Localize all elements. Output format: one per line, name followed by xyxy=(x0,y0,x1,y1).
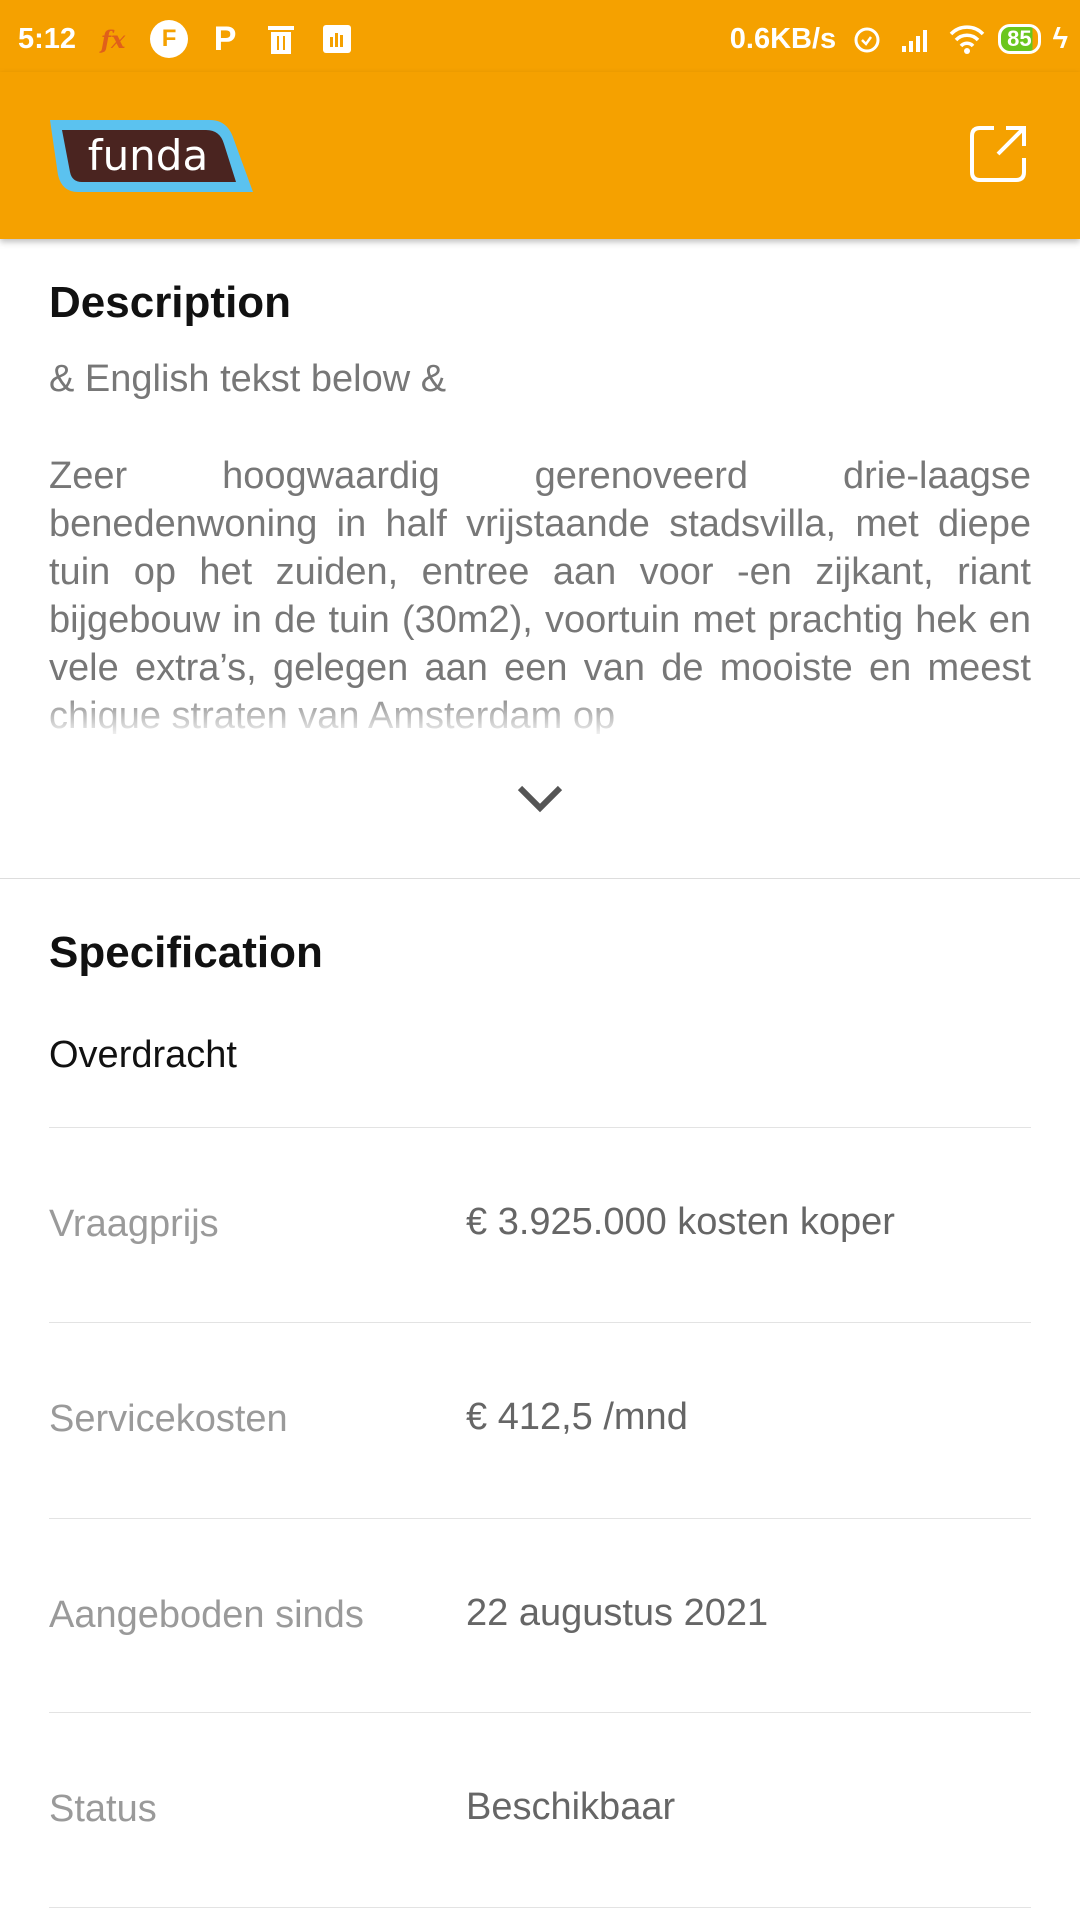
signal-icon xyxy=(898,20,936,58)
network-speed: 0.6KB/s xyxy=(729,22,837,55)
row-divider xyxy=(49,1518,1031,1519)
status-bar: 5:12 fx F P 0.6KB/s 85 ϟ xyxy=(0,0,1080,72)
spec-label: Vraagprijs xyxy=(49,1203,219,1245)
spec-label: Aangeboden sinds xyxy=(49,1594,364,1636)
spec-label: Servicekosten xyxy=(49,1398,288,1440)
spec-value: € 412,5 /mnd xyxy=(466,1396,688,1438)
spec-label: Status xyxy=(49,1788,157,1830)
spec-value: € 3.925.000 kosten koper xyxy=(466,1201,895,1243)
spec-value: Beschikbaar xyxy=(466,1786,676,1828)
row-divider xyxy=(49,1322,1031,1323)
section-divider xyxy=(0,878,1080,879)
wifi-icon xyxy=(948,20,986,58)
description-intro: & English tekst below & xyxy=(49,358,447,400)
svg-text:funda: funda xyxy=(88,131,208,180)
p-app-icon: P xyxy=(213,19,237,58)
status-time: 5:12 xyxy=(18,22,77,55)
spec-value: 22 augustus 2021 xyxy=(466,1592,769,1634)
fx-icon: fx xyxy=(100,24,126,54)
app-header: funda xyxy=(0,72,1080,239)
specification-title: Specification xyxy=(49,928,323,977)
row-divider xyxy=(49,1712,1031,1713)
alarm-icon xyxy=(848,20,886,58)
chart-app-icon xyxy=(318,20,356,58)
row-divider xyxy=(49,1907,1031,1908)
open-external-icon[interactable] xyxy=(968,124,1028,184)
f-app-icon: F xyxy=(150,20,189,58)
funda-logo[interactable]: funda xyxy=(48,120,253,192)
text-fade xyxy=(0,690,1080,740)
expand-chevron-icon[interactable] xyxy=(514,780,566,816)
description-title: Description xyxy=(49,278,292,327)
charging-icon: ϟ xyxy=(1052,22,1068,55)
trash-icon xyxy=(262,20,300,58)
specification-subtitle: Overdracht xyxy=(49,1034,237,1076)
battery-icon: 85 xyxy=(998,24,1041,54)
row-divider xyxy=(49,1127,1031,1128)
